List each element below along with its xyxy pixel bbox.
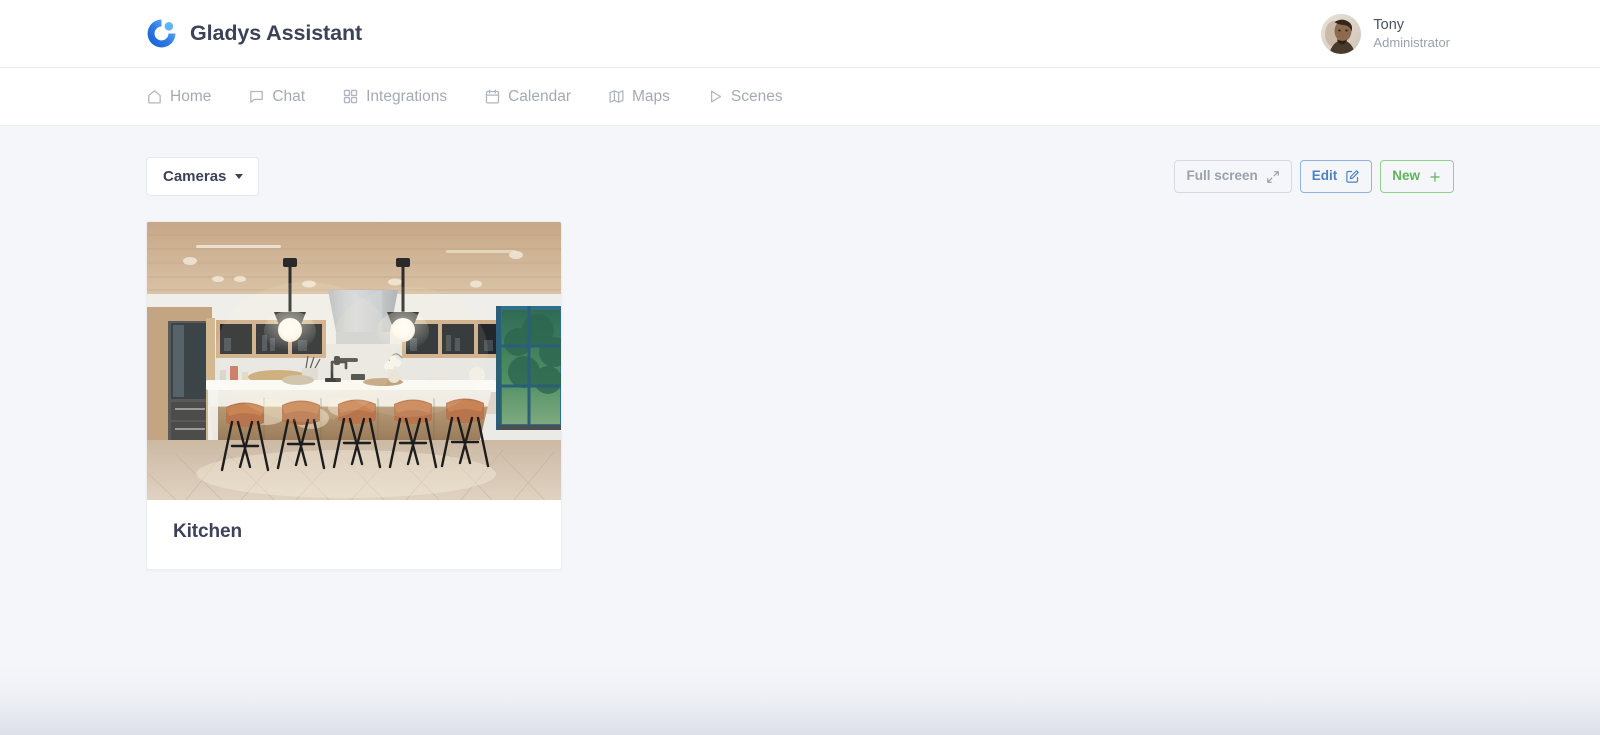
nav-item-integrations[interactable]: Integrations — [342, 88, 467, 106]
nav-item-maps[interactable]: Maps — [608, 88, 690, 106]
plus-icon — [1428, 170, 1442, 184]
avatar — [1321, 14, 1362, 54]
pencil-square-icon — [1345, 169, 1360, 184]
dashboard-actions: Full screen Edit New — [1174, 160, 1454, 193]
grid-squares-icon — [342, 88, 359, 105]
top-header: Gladys Assistant Tony Administrator — [0, 0, 1600, 68]
chat-bubble-icon — [248, 88, 265, 105]
user-name: Tony — [1373, 17, 1405, 34]
nav-item-scenes[interactable]: Scenes — [707, 88, 803, 106]
nav-item-label: Scenes — [730, 87, 783, 105]
home-icon — [146, 88, 163, 105]
dashboard-content: Cameras Full screen Edit New Kitchen — [0, 126, 1600, 735]
new-button[interactable]: New — [1380, 160, 1454, 193]
brand-name: Gladys Assistant — [190, 21, 363, 45]
new-label: New — [1392, 168, 1420, 184]
nav-item-home[interactable]: Home — [146, 88, 231, 106]
brand[interactable]: Gladys Assistant — [146, 18, 362, 49]
bottom-gradient — [0, 665, 1600, 735]
full-screen-label: Full screen — [1186, 168, 1258, 184]
nav-item-chat[interactable]: Chat — [248, 88, 325, 106]
full-screen-button[interactable]: Full screen — [1174, 160, 1292, 193]
nav-item-label: Calendar — [508, 87, 572, 105]
nav-item-label: Chat — [272, 87, 306, 105]
user-role: Administrator — [1373, 34, 1450, 50]
nav-item-calendar[interactable]: Calendar — [484, 88, 591, 106]
camera-card[interactable]: Kitchen — [146, 221, 562, 570]
camera-card-body: Kitchen — [147, 500, 561, 569]
expand-arrows-icon — [1266, 170, 1280, 184]
dashboard-selector[interactable]: Cameras — [146, 157, 260, 196]
map-icon — [608, 88, 625, 105]
caret-down-icon — [235, 174, 244, 179]
user-menu[interactable]: Tony Administrator — [1321, 0, 1450, 68]
play-triangle-icon — [707, 88, 724, 105]
nav-item-label: Home — [170, 87, 212, 105]
nav-list: Home Chat Integrations Calendar Maps Sce… — [146, 88, 803, 106]
dashboard-toolbar: Cameras Full screen Edit New — [146, 126, 1454, 196]
camera-title: Kitchen — [173, 521, 242, 542]
camera-image — [147, 222, 561, 500]
main-navigation: Home Chat Integrations Calendar Maps Sce… — [0, 68, 1600, 126]
app-root: Gladys Assistant Tony Administrator Home… — [0, 0, 1600, 735]
edit-label: Edit — [1311, 168, 1338, 184]
gladys-ring-logo-icon — [146, 18, 177, 49]
edit-button[interactable]: Edit — [1299, 160, 1373, 193]
calendar-icon — [484, 88, 501, 105]
nav-item-label: Maps — [632, 87, 670, 105]
nav-item-label: Integrations — [366, 87, 448, 105]
camera-card-grid: Kitchen — [146, 221, 1454, 570]
dashboard-selector-label: Cameras — [163, 168, 227, 185]
